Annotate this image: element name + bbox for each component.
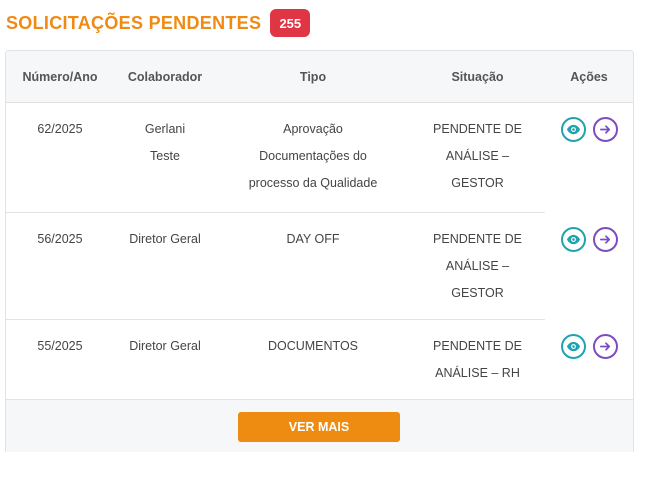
cell-situacao-line: ANÁLISE – (445, 259, 510, 273)
cell-numero: 62/2025 (37, 122, 83, 136)
table-footer: VER MAIS (6, 399, 633, 452)
cell-situacao-line: PENDENTE DE (433, 232, 522, 246)
column-header-tipo[interactable]: Tipo (216, 51, 410, 103)
cell-tipo: Aprovação Documentações do processo da Q… (216, 116, 410, 197)
cell-numero: 55/2025 (37, 339, 83, 353)
column-header-situacao[interactable]: Situação (410, 51, 545, 103)
cell-tipo: DAY OFF (286, 232, 340, 246)
cell-situacao-line: GESTOR (451, 176, 504, 190)
cell-tipo-line: Aprovação (283, 122, 343, 136)
cell-situacao: PENDENTE DE ANÁLISE – GESTOR (410, 116, 545, 197)
cell-tipo-line: processo da Qualidade (248, 176, 378, 190)
cell-tipo: DOCUMENTOS (267, 339, 359, 353)
column-header-colaborador[interactable]: Colaborador (114, 51, 216, 103)
table-row: 55/2025 Diretor Geral DOCUMENTOS PENDENT… (6, 320, 545, 399)
column-header-acoes: Ações (570, 70, 608, 84)
row-actions (545, 227, 633, 252)
arrow-right-circle-icon[interactable] (592, 117, 618, 142)
eye-icon[interactable] (560, 227, 586, 252)
cell-tipo-line: Documentações do (259, 149, 367, 163)
see-more-button[interactable]: VER MAIS (238, 412, 400, 442)
column-header-numero[interactable]: Número/Ano (6, 51, 114, 103)
cell-situacao-line: PENDENTE DE (433, 122, 522, 136)
cell-numero: 56/2025 (37, 232, 83, 246)
cell-situacao-line: ANÁLISE – (445, 149, 510, 163)
cell-situacao-line: ANÁLISE – RH (435, 366, 520, 380)
cell-situacao-line: GESTOR (451, 286, 504, 300)
cell-situacao-line: PENDENTE DE (433, 339, 522, 353)
arrow-right-circle-icon[interactable] (592, 334, 618, 359)
page-title: SOLICITAÇÕES PENDENTES (6, 12, 262, 33)
row-actions (545, 117, 633, 142)
cell-colaborador-line: Gerlani (144, 122, 186, 136)
row-actions (545, 334, 633, 359)
cell-colaborador: Gerlani Teste (114, 116, 216, 170)
table-header: Número/Ano Colaborador Tipo Situação Açõ… (6, 51, 633, 103)
pending-count-badge: 255 (270, 9, 311, 37)
eye-icon[interactable] (560, 334, 586, 359)
table-row: 56/2025 Diretor Geral DAY OFF PENDENTE D… (6, 213, 545, 320)
cell-colaborador: Diretor Geral (129, 339, 201, 353)
cell-colaborador: Diretor Geral (129, 232, 201, 246)
page-header: SOLICITAÇÕES PENDENTES 255 (6, 9, 311, 37)
table-row: 62/2025 Gerlani Teste Aprovação Document… (6, 103, 545, 213)
eye-icon[interactable] (560, 117, 586, 142)
cell-colaborador-line: Teste (150, 149, 180, 163)
cell-situacao: PENDENTE DE ANÁLISE – GESTOR (410, 226, 545, 307)
cell-situacao: PENDENTE DE ANÁLISE – RH (410, 333, 545, 387)
arrow-right-circle-icon[interactable] (592, 227, 618, 252)
pending-requests-table: Número/Ano Colaborador Tipo Situação Açõ… (5, 50, 634, 452)
